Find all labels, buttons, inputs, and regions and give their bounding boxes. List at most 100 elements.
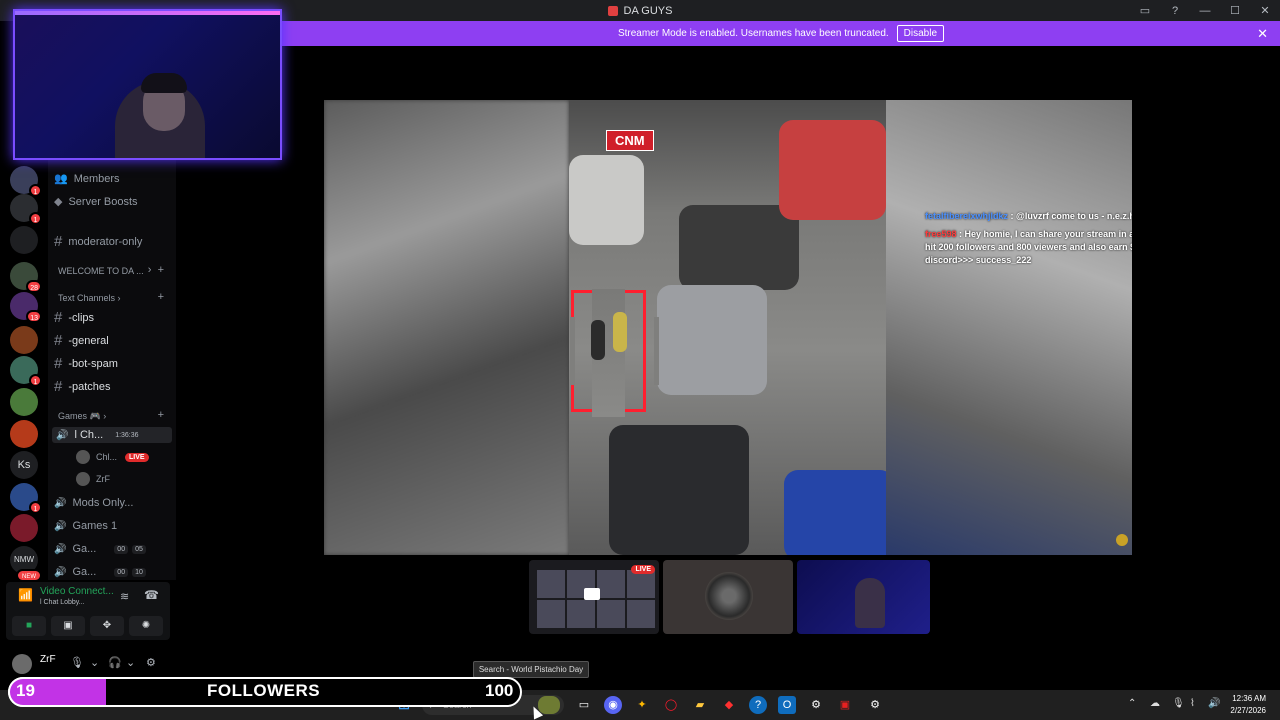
members-icon: 👥 (54, 173, 68, 185)
obs-icon[interactable]: ▣ (836, 696, 854, 714)
close-icon[interactable]: ✕ (1257, 26, 1268, 42)
hash-icon: # (54, 332, 63, 349)
clock-time: 12:36 AM (1232, 694, 1266, 703)
headphones-icon[interactable]: 🎧 (108, 656, 122, 669)
file-explorer-icon[interactable]: ▰ (691, 696, 709, 714)
video-market-stall (779, 120, 886, 220)
follower-goal: 100 (485, 681, 514, 700)
webcam-person-hair (141, 73, 187, 93)
text-category-label: Text Channels (58, 293, 116, 303)
server-icon[interactable]: Ks (10, 451, 38, 479)
server-icon[interactable] (10, 388, 38, 416)
maximize-button[interactable]: ☐ (1220, 4, 1250, 17)
channel-patches[interactable]: # -patches (54, 378, 111, 395)
category-welcome[interactable]: WELCOME TO DA ... (58, 266, 144, 276)
stream-view[interactable]: CNM fetalfibereixwhjldkz : @luvzrf come … (324, 100, 1132, 555)
mention-badge: 1 (29, 374, 42, 387)
server-icon[interactable]: 1 (10, 483, 42, 514)
server-icon[interactable]: 1 (10, 166, 42, 197)
server-icon[interactable]: 1 (10, 194, 42, 225)
outlook-icon[interactable]: O (778, 696, 796, 714)
chat-username: fetalfibereixwhjldkz (925, 211, 1009, 221)
speaker-icon: 🔊 (54, 543, 67, 555)
participant-thumbnail[interactable] (663, 560, 793, 634)
minimize-button[interactable]: — (1190, 5, 1220, 17)
microphone-icon[interactable]: 🎙 (70, 656, 84, 669)
category-text-channels[interactable]: Text Channels › (58, 293, 121, 303)
server-icon[interactable]: NMW NEW (10, 546, 42, 582)
mention-badge: 28 (26, 280, 42, 293)
settings-icon[interactable]: ⚙ (866, 696, 884, 714)
activities-button[interactable]: ✥ (90, 616, 124, 636)
avatar[interactable] (12, 654, 32, 674)
microphone-icon[interactable]: 🎙 (1172, 698, 1185, 709)
chevron-down-icon[interactable]: ⌄ (126, 656, 135, 669)
gear-icon[interactable]: ⚙ (146, 656, 156, 669)
camera-button[interactable]: ■ (12, 616, 46, 636)
opera-icon[interactable]: ◯ (662, 696, 680, 714)
username[interactable]: ZrF (40, 654, 56, 665)
video-person (613, 312, 627, 352)
wifi-icon[interactable]: ⌇ (1190, 698, 1195, 709)
channel-bot-spam[interactable]: # -bot-spam (54, 355, 118, 372)
taskbar-clock[interactable]: 12:36 AM 2/27/2026 (1230, 693, 1266, 717)
help-icon[interactable]: ? (749, 696, 767, 714)
avatar (76, 450, 90, 464)
voice-user[interactable]: Chl... LIVE (76, 450, 149, 464)
stream-blur-left (324, 100, 569, 555)
discord-icon[interactable]: ◉ (604, 696, 622, 714)
copilot-icon[interactable]: ✦ (633, 696, 651, 714)
chevron-down-icon[interactable]: ⌄ (90, 656, 99, 669)
disable-streamer-mode-button[interactable]: Disable (896, 25, 945, 42)
members-link[interactable]: 👥 Members (54, 172, 120, 186)
voice-channel[interactable]: 🔊 Mods Only... (54, 497, 133, 509)
help-icon[interactable]: ? (1160, 5, 1190, 17)
screen: DA GUYS ▭ ? — ☐ ✕ Streamer Mode is enabl… (0, 0, 1280, 720)
channel-general[interactable]: # -general (54, 332, 109, 349)
voice-channel[interactable]: 🔊 Ga... 00 05 (54, 543, 146, 555)
chevron-up-icon[interactable]: ⌃ (1128, 698, 1136, 709)
screen-share-button[interactable]: ▣ (51, 616, 85, 636)
video-person (591, 320, 605, 360)
participant-thumbnail[interactable] (797, 560, 930, 634)
server-boosts-link[interactable]: ◆ Server Boosts (54, 195, 138, 209)
inbox-icon[interactable]: ▭ (1130, 4, 1160, 17)
channel-moderator-only[interactable]: # moderator-only (54, 233, 142, 250)
voice-channel-active[interactable]: 🔊 l Ch... 1:36:36 (52, 427, 172, 443)
disconnect-icon[interactable]: ☎ (144, 588, 159, 602)
app-diamond-icon[interactable]: ◆ (720, 696, 738, 714)
task-view-icon[interactable]: ▭ (575, 696, 593, 714)
stream-thumbnail[interactable]: LIVE (529, 560, 659, 634)
server-icon[interactable] (10, 420, 38, 448)
voice-user-name: ZrF (96, 474, 110, 484)
category-games[interactable]: Games 🎮 › (58, 411, 106, 422)
server-icon[interactable]: 1 (10, 356, 42, 387)
streamer-mode-banner: Streamer Mode is enabled. Usernames have… (282, 21, 1280, 46)
voice-channel[interactable]: 🔊 Games 1 (54, 520, 117, 532)
play-icon (584, 588, 600, 600)
webcam-frame-glow (15, 11, 280, 15)
add-games-channel-icon[interactable]: + (158, 409, 164, 421)
add-text-channel-icon[interactable]: + (158, 291, 164, 303)
voice-user[interactable]: ZrF (76, 472, 110, 486)
server-icon[interactable] (10, 326, 38, 354)
server-icon[interactable]: 13 (10, 292, 42, 323)
noise-suppression-icon[interactable]: ≋ (120, 590, 129, 603)
voice-channel-label: Ga... (72, 566, 97, 578)
channel-clips[interactable]: # -clips (54, 309, 94, 326)
voice-channel-name[interactable]: l Chat Lobby... (40, 599, 85, 606)
server-icon[interactable] (10, 226, 38, 254)
channel-label: moderator-only (68, 235, 143, 248)
server-icon[interactable] (10, 514, 38, 542)
voice-status[interactable]: Video Connect... (40, 586, 114, 597)
volume-icon[interactable]: 🔊 (1208, 698, 1220, 709)
close-window-button[interactable]: ✕ (1250, 4, 1280, 17)
speaker-icon: 🔊 (54, 520, 67, 532)
steam-icon[interactable]: ⚙ (807, 696, 825, 714)
server-icon[interactable]: 28 (10, 262, 42, 293)
speaker-icon: 🔊 (54, 497, 67, 509)
voice-channel[interactable]: 🔊 Ga... 00 10 (54, 566, 146, 578)
soundboard-button[interactable]: ✺ (129, 616, 163, 636)
network-icon[interactable]: ☁ (1150, 698, 1160, 709)
add-channel-icon[interactable]: › + (148, 264, 164, 276)
